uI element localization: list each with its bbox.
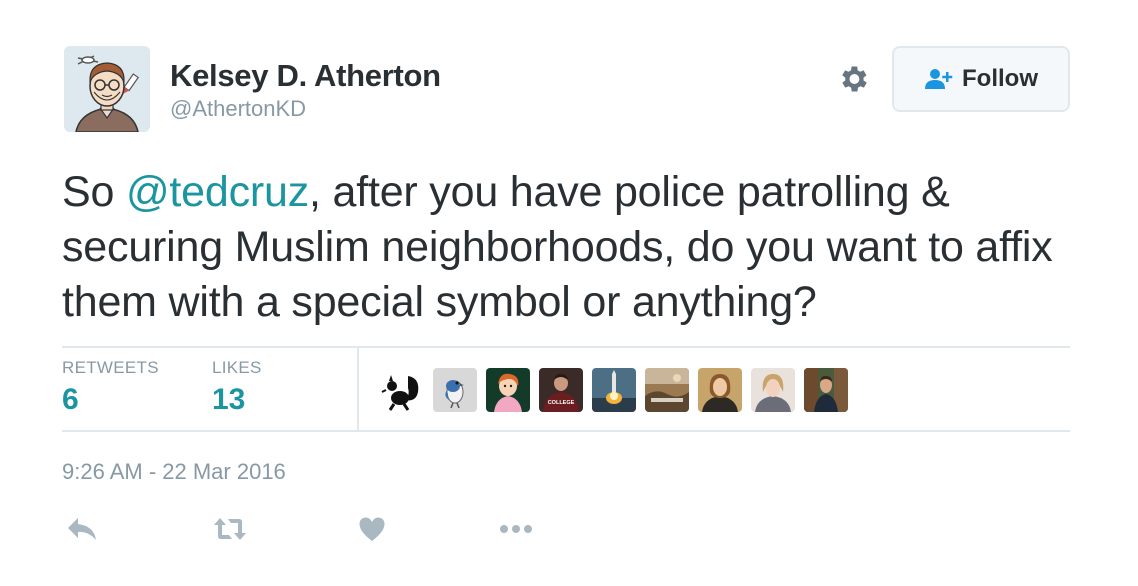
tweet-text: So @tedcruz, after you have police patro… [62,165,1082,330]
liker-avatar[interactable] [645,368,689,412]
liker-avatar[interactable] [804,368,848,412]
user-display-name[interactable]: Kelsey D. Atherton [170,58,441,94]
stats-separator [357,348,359,430]
liker-avatar[interactable] [486,368,530,412]
college-shirt-photo-icon: COLLEGE [539,368,583,412]
retweet-icon [214,518,246,540]
retweet-button[interactable] [210,512,250,546]
landscape-photo-icon [645,368,689,412]
bird-icon [433,368,477,412]
rocket-launch-icon [592,368,636,412]
likes-count[interactable]: 13 [212,383,245,417]
mention-link[interactable]: @tedcruz [126,168,309,216]
college-caption: COLLEGE [548,400,575,406]
liker-avatar[interactable] [433,368,477,412]
liker-avatars: COLLEGE [380,368,848,412]
user-handle[interactable]: @AthertonKD [170,96,306,122]
person-photo-icon [698,368,742,412]
stats-bottom-divider [62,430,1070,432]
liker-avatar[interactable] [380,368,424,412]
reply-icon [68,518,96,540]
more-button[interactable] [496,512,536,546]
likes-label[interactable]: LIKES [212,358,262,378]
liker-avatar[interactable] [698,368,742,412]
retweets-count[interactable]: 6 [62,383,79,417]
avatar-illustration [64,46,150,132]
follow-button[interactable]: Follow [892,46,1070,112]
tweet-card: Kelsey D. Atherton @AthertonKD Follow So… [0,0,1138,586]
person-photo-icon [751,368,795,412]
liker-avatar[interactable] [751,368,795,412]
reply-button[interactable] [62,512,102,546]
tweet-text-prefix: So [62,168,126,216]
retweets-label[interactable]: RETWEETS [62,358,159,378]
squirrel-icon [380,368,424,412]
liker-avatar[interactable]: COLLEGE [539,368,583,412]
follow-button-label: Follow [962,65,1038,92]
user-avatar[interactable] [64,46,150,132]
tweet-timestamp[interactable]: 9:26 AM - 22 Mar 2016 [62,459,286,485]
stats-top-divider [62,346,1070,348]
like-button[interactable] [352,512,392,546]
cartoon-character-icon [486,368,530,412]
settings-gear-button[interactable] [834,60,872,98]
gear-icon [842,66,867,92]
more-dots-icon [500,525,532,533]
heart-icon [359,517,385,541]
liker-avatar[interactable] [592,368,636,412]
add-user-icon [925,69,953,89]
person-outdoors-photo-icon [804,368,848,412]
